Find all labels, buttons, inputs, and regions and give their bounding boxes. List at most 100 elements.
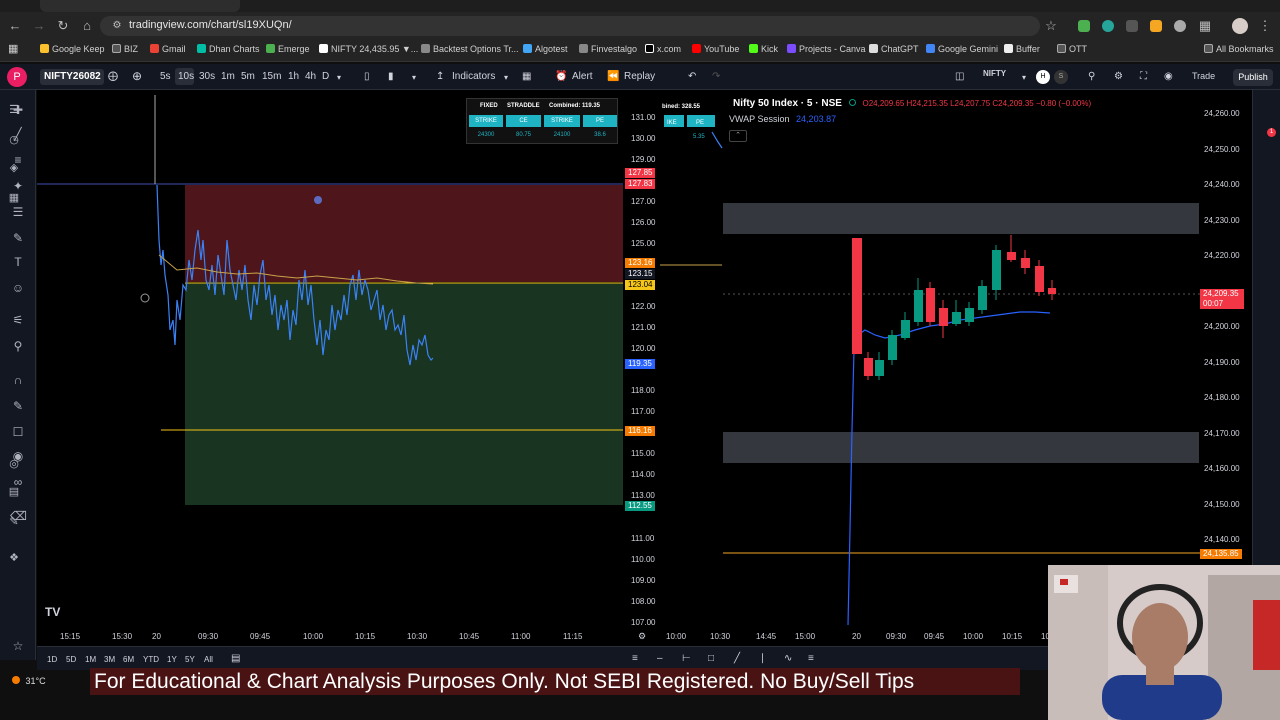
- apps-icon[interactable]: ▦: [8, 42, 18, 55]
- chart-legend[interactable]: Nifty 50 Index · 5 · NSE O24,209.65 H24,…: [733, 98, 1091, 109]
- interval-4h[interactable]: 4h: [305, 71, 316, 82]
- indicators-icon[interactable]: ↥: [436, 71, 444, 82]
- range-ytd[interactable]: YTD: [143, 655, 159, 664]
- templates-icon[interactable]: ▦: [522, 71, 531, 82]
- help-icon[interactable]: ❖: [6, 550, 22, 566]
- bookmark-item[interactable]: Finvestalgo: [579, 44, 637, 54]
- exchange-s-icon[interactable]: S: [1054, 70, 1068, 84]
- right-chart-canvas[interactable]: bined: 328.55 IKE PE 5.35: [660, 90, 1252, 646]
- right-symbol[interactable]: NIFTY: [983, 69, 1006, 78]
- interval-5s[interactable]: 5s: [160, 71, 171, 82]
- interval-1m[interactable]: 1m: [221, 71, 235, 82]
- zoom-icon[interactable]: ⚲: [10, 338, 26, 354]
- drawing-handle[interactable]: [314, 196, 322, 204]
- range-1d[interactable]: 1D: [47, 655, 57, 664]
- interval-30s[interactable]: 30s: [199, 71, 215, 82]
- range-6m[interactable]: 6M: [123, 655, 134, 664]
- goto-date-icon[interactable]: ▤: [231, 653, 240, 664]
- ideas-icon[interactable]: ✎: [6, 514, 22, 530]
- extension-icon[interactable]: [1150, 20, 1162, 32]
- bookmark-item[interactable]: Buffer: [1004, 44, 1040, 54]
- extension-icon[interactable]: [1078, 20, 1090, 32]
- range-5d[interactable]: 5D: [66, 655, 76, 664]
- reload-icon[interactable]: ↻: [54, 17, 72, 35]
- browser-tab[interactable]: [40, 0, 240, 12]
- bookmark-item[interactable]: ChatGPT: [869, 44, 919, 54]
- alert-icon[interactable]: ⏰: [555, 71, 567, 82]
- ruler-icon[interactable]: ⚟: [10, 312, 26, 328]
- drawing-tool-icon[interactable]: ╱: [734, 653, 740, 664]
- alerts-clock-icon[interactable]: ◷: [6, 132, 22, 148]
- layout-icon[interactable]: ◫: [955, 71, 964, 82]
- drawing-tool-icon[interactable]: ∿: [784, 653, 792, 664]
- profile-avatar[interactable]: P: [7, 67, 27, 87]
- axis-settings-icon[interactable]: ⚙: [638, 631, 646, 642]
- prediction-icon[interactable]: ☰: [10, 204, 26, 220]
- settings-gear-icon[interactable]: ⚙: [1114, 71, 1123, 82]
- bookmark-item[interactable]: NIFTY 24,435.95 ▼...: [319, 44, 418, 54]
- calendar-icon[interactable]: ▤: [6, 484, 22, 500]
- range-all[interactable]: All: [204, 655, 213, 664]
- bookmark-item[interactable]: Dhan Charts: [197, 44, 260, 54]
- add-symbol-icon[interactable]: ⊕: [132, 69, 142, 83]
- bookmark-item[interactable]: BIZ: [112, 44, 138, 54]
- left-chart-pane[interactable]: TV 131.00 130.00 129.00 127.00 126.00 12…: [37, 90, 660, 646]
- emoji-icon[interactable]: ☺: [10, 280, 26, 296]
- indicators-button[interactable]: Indicators: [452, 71, 495, 82]
- chevron-down-icon[interactable]: ▾: [337, 73, 341, 82]
- lock-icon[interactable]: ☐: [10, 424, 26, 440]
- range-1m[interactable]: 1M: [85, 655, 96, 664]
- collapse-legend-icon[interactable]: ⌃: [729, 130, 747, 142]
- chevron-down-icon[interactable]: ▾: [412, 73, 416, 82]
- chevron-down-icon[interactable]: ▾: [1022, 73, 1026, 82]
- camera-icon[interactable]: ◉: [1164, 71, 1173, 82]
- undo-icon[interactable]: ↶: [688, 71, 696, 82]
- trade-button[interactable]: Trade: [1192, 71, 1215, 81]
- home-icon[interactable]: ⌂: [78, 17, 96, 35]
- drawing-tool-icon[interactable]: ≡: [808, 653, 814, 664]
- replay-button[interactable]: Replay: [624, 71, 655, 82]
- extension-icon[interactable]: [1174, 20, 1186, 32]
- bookmark-item[interactable]: x.com: [645, 44, 681, 54]
- bookmark-item[interactable]: Gmail: [150, 44, 186, 54]
- extension-icon[interactable]: [1126, 20, 1138, 32]
- drawing-tool-icon[interactable]: □: [708, 653, 714, 664]
- bar-style-icon[interactable]: ▯: [364, 71, 370, 82]
- weather-widget[interactable]: 31°C: [12, 676, 46, 686]
- compare-icon[interactable]: ⨁: [108, 71, 118, 82]
- range-3m[interactable]: 3M: [104, 655, 115, 664]
- left-chart-canvas[interactable]: TV: [37, 90, 660, 646]
- extensions-puzzle-icon[interactable]: ▦: [1196, 17, 1214, 35]
- range-1y[interactable]: 1Y: [167, 655, 177, 664]
- symbol-search[interactable]: NIFTY26082: [40, 69, 104, 85]
- site-info-icon[interactable]: ⚙: [108, 17, 126, 35]
- redo-icon[interactable]: ↷: [712, 71, 720, 82]
- extension-icon[interactable]: [1102, 20, 1114, 32]
- drawing-tool-icon[interactable]: –: [657, 653, 663, 664]
- bookmark-star-icon[interactable]: ☆: [1042, 17, 1060, 35]
- interval-5m[interactable]: 5m: [241, 71, 255, 82]
- layers-icon[interactable]: ◈: [6, 160, 22, 176]
- fullscreen-icon[interactable]: ⛶: [1140, 71, 1147, 82]
- chevron-down-icon[interactable]: ▾: [504, 73, 508, 82]
- drawing-tool-icon[interactable]: ⊢: [682, 653, 691, 664]
- object-tree-icon[interactable]: ▦: [6, 190, 22, 206]
- interval-1h[interactable]: 1h: [288, 71, 299, 82]
- bookmark-item[interactable]: Emerge: [266, 44, 310, 54]
- interval-10s[interactable]: 10s: [178, 71, 194, 82]
- bookmark-item[interactable]: Kick: [749, 44, 778, 54]
- bookmark-item[interactable]: Backtest Options Tr...: [421, 44, 519, 54]
- exchange-h-icon[interactable]: H: [1036, 70, 1050, 84]
- pencil-lock-icon[interactable]: ✎: [10, 398, 26, 414]
- interval-d[interactable]: D: [322, 71, 329, 82]
- bookmark-item[interactable]: OTT: [1057, 44, 1087, 54]
- drawing-tool-icon[interactable]: ∣: [760, 653, 765, 664]
- bookmark-item[interactable]: Google Keep: [40, 44, 105, 54]
- brush-icon[interactable]: ✎: [10, 230, 26, 246]
- forward-icon[interactable]: →: [30, 17, 48, 35]
- watchlist-icon[interactable]: ☰: [6, 102, 22, 118]
- bookmark-item[interactable]: Algotest: [523, 44, 568, 54]
- replay-icon[interactable]: ⏪: [607, 71, 619, 82]
- right-chart-pane[interactable]: bined: 328.55 IKE PE 5.35 24,260.00 24,2…: [660, 90, 1252, 646]
- publish-button[interactable]: Publish: [1233, 69, 1273, 86]
